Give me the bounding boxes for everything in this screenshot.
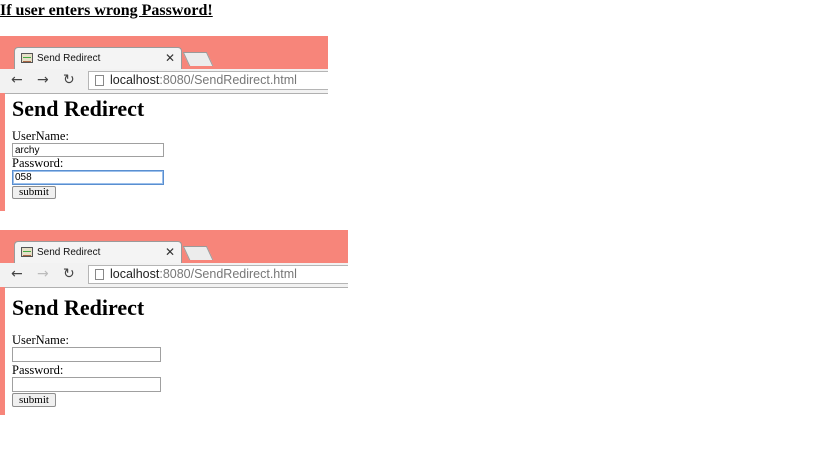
close-icon[interactable]: ✕ [165,51,175,65]
page-content: Send Redirect UserName: Password: submit [12,96,328,211]
browser-screenshot-1: Send Redirect ✕ ← → ↻ localhost:8080/Sen… [0,36,328,211]
tab-title: Send Redirect [37,53,101,64]
forward-arrow-icon[interactable]: → [37,72,49,88]
address-bar[interactable]: localhost:8080/SendRedirect.html [88,265,348,284]
submit-button[interactable]: submit [12,186,56,199]
page-icon [95,269,104,280]
back-arrow-icon[interactable]: ← [11,72,23,88]
browser-frame-edge [0,287,5,415]
browser-toolbar: ← → ↻ localhost:8080/SendRedirect.html [0,69,328,94]
back-arrow-icon[interactable]: ← [11,266,23,282]
browser-tab[interactable]: Send Redirect ✕ [14,241,182,264]
page-favicon-icon [21,247,33,257]
password-input[interactable] [12,170,164,185]
submit-button[interactable]: submit [12,393,56,407]
password-input[interactable] [12,377,161,392]
page-title: Send Redirect [12,295,145,320]
reload-icon[interactable]: ↻ [63,72,75,88]
forward-arrow-icon[interactable]: → [37,266,49,282]
reload-icon[interactable]: ↻ [63,266,75,282]
password-label: Password: [12,363,64,377]
browser-tab[interactable]: Send Redirect ✕ [14,47,182,70]
page-title: Send Redirect [12,96,145,121]
tab-title: Send Redirect [37,247,101,258]
url-text: localhost:8080/SendRedirect.html [110,73,297,87]
page-icon [95,75,104,86]
username-input[interactable] [12,143,164,157]
password-label: Password: [12,156,64,170]
address-bar[interactable]: localhost:8080/SendRedirect.html [88,71,328,90]
browser-toolbar: ← → ↻ localhost:8080/SendRedirect.html [0,263,348,288]
page-favicon-icon [21,53,33,63]
username-label: UserName: [12,129,69,143]
browser-screenshot-2: Send Redirect ✕ ← → ↻ localhost:8080/Sen… [0,230,348,415]
username-input[interactable] [12,347,161,362]
username-label: UserName: [12,333,69,347]
browser-frame-edge [0,93,5,211]
url-text: localhost:8080/SendRedirect.html [110,267,297,281]
page-content: Send Redirect UserName: Password: submit [12,295,348,415]
close-icon[interactable]: ✕ [165,245,175,259]
page-heading: If user enters wrong Password! [0,2,213,19]
